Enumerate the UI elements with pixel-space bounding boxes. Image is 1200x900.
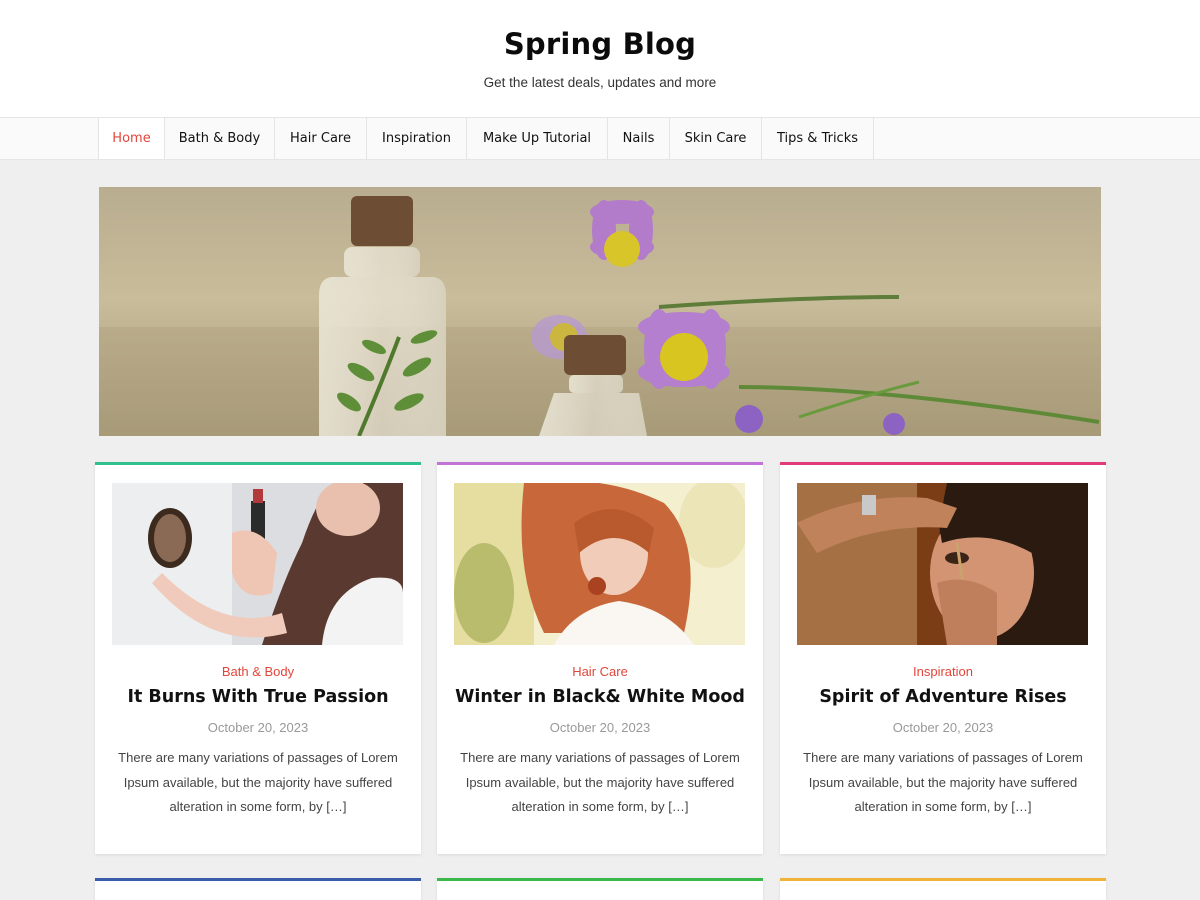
post-card: Inspiration Spirit of Adventure Rises Oc… xyxy=(780,462,1106,854)
post-card-partial xyxy=(95,878,421,900)
post-title-link[interactable]: It Burns With True Passion xyxy=(95,687,421,707)
post-thumbnail[interactable] xyxy=(454,483,745,645)
nav-item-skin-care[interactable]: Skin Care xyxy=(670,118,762,159)
nav-menu: Home Bath & Body Hair Care Inspiration M… xyxy=(98,118,874,159)
post-date: October 20, 2023 xyxy=(207,720,309,735)
nav-item-inspiration[interactable]: Inspiration xyxy=(367,118,467,159)
post-excerpt: There are many variations of passages of… xyxy=(118,750,398,814)
nav-item-make-up-tutorial[interactable]: Make Up Tutorial xyxy=(467,118,608,159)
main-navigation: Home Bath & Body Hair Care Inspiration M… xyxy=(0,117,1200,160)
nav-item-home[interactable]: Home xyxy=(99,118,165,159)
post-card: Bath & Body It Burns With True Passion O… xyxy=(95,462,421,854)
post-card-partial xyxy=(780,878,1106,900)
site-title[interactable]: Spring Blog xyxy=(0,27,1200,61)
post-title-link[interactable]: Winter in Black& White Mood xyxy=(437,687,763,707)
site-header: Spring Blog Get the latest deals, update… xyxy=(0,0,1200,117)
post-excerpt: There are many variations of passages of… xyxy=(803,750,1083,814)
post-thumbnail[interactable] xyxy=(112,483,403,645)
hero-banner-image xyxy=(99,187,1101,436)
nav-item-hair-care[interactable]: Hair Care xyxy=(275,118,367,159)
post-category-link[interactable]: Hair Care xyxy=(437,664,763,679)
nav-item-nails[interactable]: Nails xyxy=(608,118,670,159)
post-thumbnail[interactable] xyxy=(797,483,1088,645)
post-excerpt: There are many variations of passages of… xyxy=(460,750,740,814)
post-title-link[interactable]: Spirit of Adventure Rises xyxy=(780,687,1106,707)
post-category-link[interactable]: Bath & Body xyxy=(95,664,421,679)
post-card: Hair Care Winter in Black& White Mood Oc… xyxy=(437,462,763,854)
nav-item-bath-body[interactable]: Bath & Body xyxy=(165,118,275,159)
site-tagline: Get the latest deals, updates and more xyxy=(483,75,717,90)
post-card-partial xyxy=(437,878,763,900)
post-date: October 20, 2023 xyxy=(892,720,994,735)
post-date: October 20, 2023 xyxy=(549,720,651,735)
nav-item-tips-tricks[interactable]: Tips & Tricks xyxy=(762,118,874,159)
post-category-link[interactable]: Inspiration xyxy=(780,664,1106,679)
